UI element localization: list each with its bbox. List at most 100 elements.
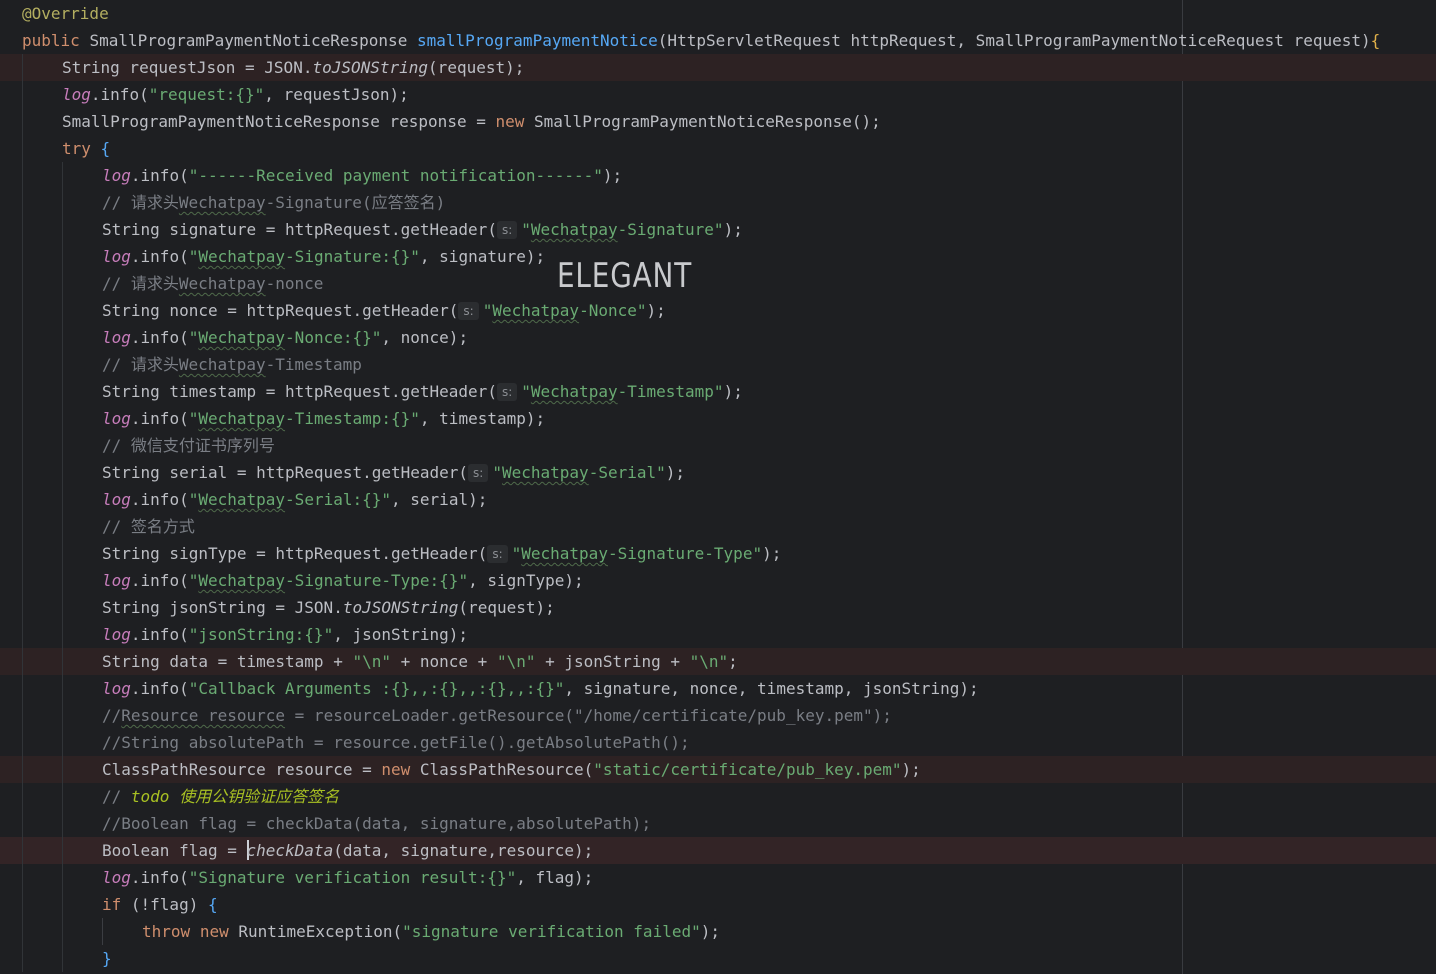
code-line-36[interactable]: } (0, 945, 1436, 972)
code-line-4[interactable]: log.info("request:{}", requestJson); (0, 81, 1436, 108)
log-field: log (102, 409, 131, 428)
log-field: log (102, 490, 131, 509)
typo-word: Wechatpay (521, 544, 608, 563)
code-line-32[interactable]: Boolean flag = checkData(data, signature… (0, 837, 1436, 864)
code-line-17[interactable]: // 微信支付证书序列号 (0, 432, 1436, 459)
code-line-16[interactable]: log.info("Wechatpay-Timestamp:{}", times… (0, 405, 1436, 432)
comment-text: // 请求头 (102, 274, 179, 293)
code-text: String signType = httpRequest.getHeader( (102, 544, 488, 563)
string-literal: "Wechatpay-Signature-Type:{}" (189, 571, 468, 590)
log-field: log (102, 166, 131, 185)
code-line-3[interactable]: String requestJson = JSON.toJSONString(r… (0, 54, 1436, 81)
code-line-31[interactable]: //Boolean flag = checkData(data, signatu… (0, 810, 1436, 837)
code-line-30[interactable]: // todo 使用公钥验证应答签名 (0, 783, 1436, 810)
code-line-23[interactable]: String jsonString = JSON.toJSONString(re… (0, 594, 1436, 621)
indent-guide (62, 405, 63, 432)
code-line-11[interactable]: // 请求头Wechatpay-nonce (0, 270, 1436, 297)
code-line-35[interactable]: throw new RuntimeException("signature ve… (0, 918, 1436, 945)
comment: // 微信支付证书序列号 (102, 436, 275, 455)
code-line-22[interactable]: log.info("Wechatpay-Signature-Type:{}", … (0, 567, 1436, 594)
code-line-9[interactable]: String signature = httpRequest.getHeader… (0, 216, 1436, 243)
quote: " (521, 382, 531, 401)
statement: log.info("Wechatpay-Signature-Type:{}", … (102, 567, 584, 594)
string-text: -Signature-Type" (607, 544, 763, 563)
static-call: toJSONString (312, 58, 429, 77)
code-lines[interactable]: @Override public SmallProgramPaymentNoti… (0, 0, 1436, 972)
code-line-34[interactable]: if (!flag) { (0, 891, 1436, 918)
indent-guide (62, 486, 63, 513)
code-text: RuntimeException( (228, 922, 403, 941)
indent-guide (22, 675, 23, 702)
indent-guide (22, 702, 23, 729)
code-line-15[interactable]: String timestamp = httpRequest.getHeader… (0, 378, 1436, 405)
code-editor[interactable]: @Override public SmallProgramPaymentNoti… (0, 0, 1436, 974)
comment: // 请求头Wechatpay-Signature(应答签名) (102, 189, 445, 216)
code-line-10[interactable]: log.info("Wechatpay-Signature:{}", signa… (0, 243, 1436, 270)
comment-text: -Timestamp (265, 355, 362, 374)
indent-guide (62, 837, 63, 864)
code-line-13[interactable]: log.info("Wechatpay-Nonce:{}", nonce); (0, 324, 1436, 351)
string-literal: "Wechatpay-Serial:{}" (189, 490, 391, 509)
string-literal: "request:{}" (148, 85, 265, 104)
comment-text: // 请求头 (102, 355, 179, 374)
statement: if (!flag) { (102, 891, 218, 918)
code-line-26[interactable]: log.info("Callback Arguments :{},,:{},,:… (0, 675, 1436, 702)
keyword-new: new (495, 112, 525, 131)
code-line-7[interactable]: log.info("------Received payment notific… (0, 162, 1436, 189)
code-line-19[interactable]: log.info("Wechatpay-Serial:{}", serial); (0, 486, 1436, 513)
code-line-2[interactable]: public SmallProgramPaymentNoticeResponse… (0, 27, 1436, 54)
indent-guide (62, 891, 63, 918)
string-literal: "------Received payment notification----… (188, 166, 603, 185)
statement: log.info("------Received payment notific… (102, 162, 622, 189)
code-line-14[interactable]: // 请求头Wechatpay-Timestamp (0, 351, 1436, 378)
indent-guide (62, 297, 63, 324)
code-text: SmallProgramPaymentNoticeResponse(); (524, 112, 881, 131)
code-line-21[interactable]: String signType = httpRequest.getHeader(… (0, 540, 1436, 567)
string-literal: "signature verification failed" (402, 922, 701, 941)
quote: " (188, 247, 199, 266)
code-line-12[interactable]: String nonce = httpRequest.getHeader(s: "… (0, 297, 1436, 324)
code-line-33[interactable]: log.info("Signature verification result:… (0, 864, 1436, 891)
quote: " (188, 490, 199, 509)
statement: Boolean flag = checkData(data, signature… (102, 837, 593, 864)
statement: log.info("Wechatpay-Serial:{}", serial); (102, 486, 487, 513)
code-text: .info( (130, 409, 189, 428)
keyword-new: new (199, 922, 229, 941)
keyword-if: if (102, 895, 122, 914)
code-line-5[interactable]: SmallProgramPaymentNoticeResponse respon… (0, 108, 1436, 135)
code-text: (request); (428, 58, 525, 77)
code-line-8[interactable]: // 请求头Wechatpay-Signature(应答签名) (0, 189, 1436, 216)
code-text: ); (665, 463, 686, 482)
indent-guide (22, 270, 23, 297)
indent-guide (22, 351, 23, 378)
keyword-try: try (62, 139, 91, 158)
open-brace: { (207, 895, 218, 914)
indent-guide (22, 594, 23, 621)
indent-guide (22, 945, 23, 972)
log-field: log (102, 679, 131, 698)
code-line-20[interactable]: // 签名方式 (0, 513, 1436, 540)
code-line-25[interactable]: String data = timestamp + "\n" + nonce +… (0, 648, 1436, 675)
code-line-29[interactable]: ClassPathResource resource = new ClassPa… (0, 756, 1436, 783)
code-text: , flag); (516, 868, 594, 887)
log-field: log (102, 625, 131, 644)
code-text: ); (602, 166, 623, 185)
string-literal: "\n" (689, 652, 729, 671)
code-line-27[interactable]: //Resource resource = resourceLoader.get… (0, 702, 1436, 729)
code-line-6[interactable]: try { (0, 135, 1436, 162)
code-line-1[interactable]: @Override (0, 0, 1436, 27)
typo-word: Wechatpay (198, 571, 286, 590)
parameter-hint: s: (468, 464, 489, 482)
code-line-18[interactable]: String serial = httpRequest.getHeader(s:… (0, 459, 1436, 486)
code-text: .info( (90, 85, 149, 104)
string-text: -Timestamp" (617, 382, 724, 401)
code-text: String jsonString = JSON. (102, 598, 343, 617)
code-line-24[interactable]: log.info("jsonString:{}", jsonString); (0, 621, 1436, 648)
string-text: -Serial:{}" (285, 490, 392, 509)
log-field: log (62, 85, 91, 104)
method-params: (HttpServletRequest httpRequest, SmallPr… (657, 31, 1371, 50)
string-text: -Timestamp:{}" (285, 409, 420, 428)
quote: " (521, 220, 531, 239)
code-line-28[interactable]: //String absolutePath = resource.getFile… (0, 729, 1436, 756)
quote: " (188, 571, 199, 590)
